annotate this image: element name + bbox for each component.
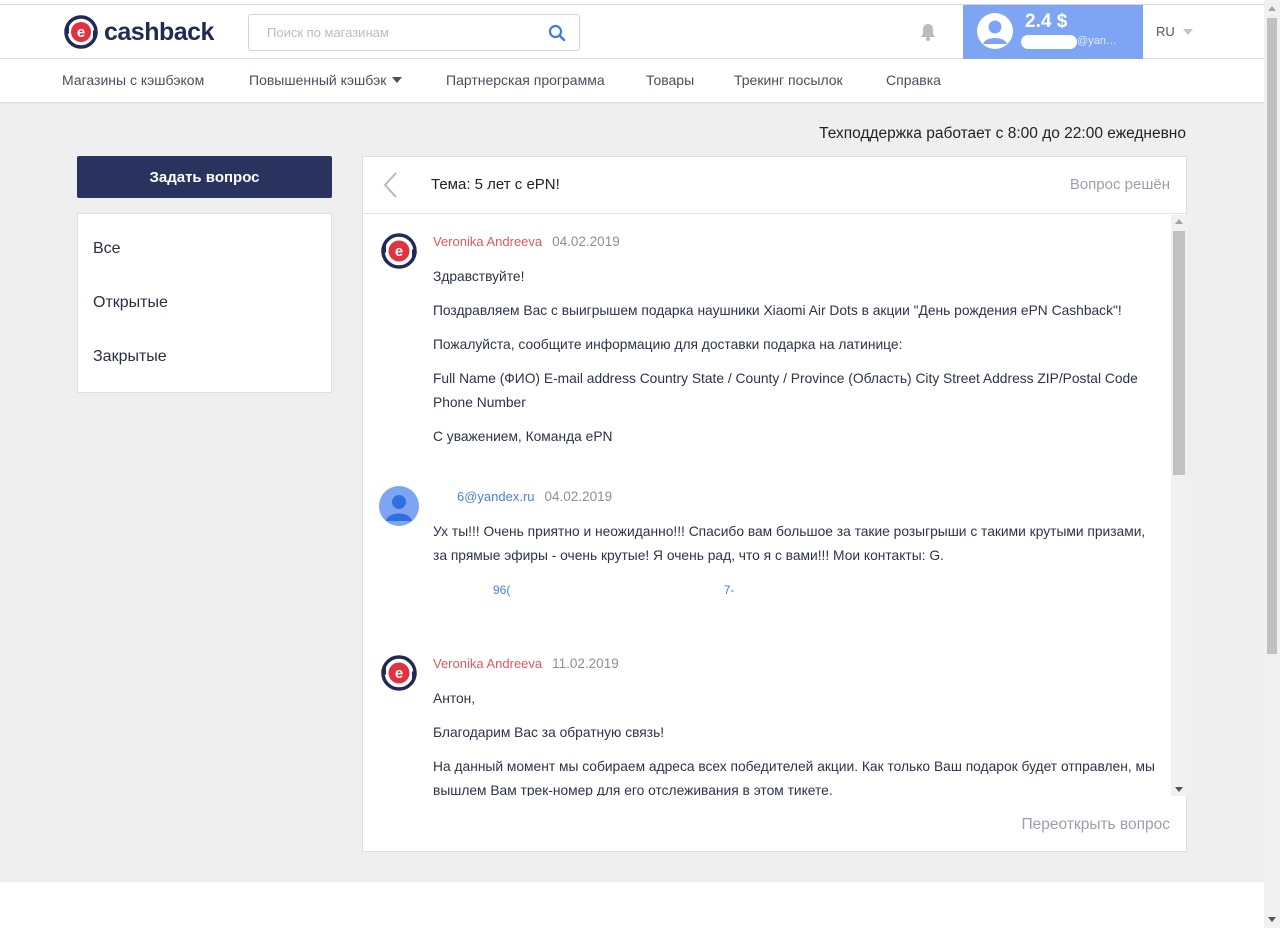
user-avatar-icon xyxy=(379,486,419,526)
scroll-down-arrow-icon[interactable] xyxy=(1175,787,1183,792)
caret-down-icon xyxy=(392,77,403,83)
nav-item-label: Трекинг посылок xyxy=(734,72,843,88)
message-author: 6@yandex.ru 04.02.2019 xyxy=(457,489,612,504)
nav-item-label: Повышенный кэшбэк xyxy=(249,72,387,88)
author-name: Veronika Andreeva xyxy=(433,656,543,671)
notifications-bell-icon[interactable] xyxy=(918,22,938,42)
message-paragraph: Пожалуйста, сообщите информацию для дост… xyxy=(433,337,903,352)
message-paragraph: Антон, xyxy=(433,691,476,706)
redacted-email-mask xyxy=(1021,35,1077,49)
message-paragraph: Здравствуйте! xyxy=(433,269,525,284)
site-header: e cashback 2.4 $ @yan… RU xyxy=(0,5,1264,59)
message-date: 04.02.2019 xyxy=(544,489,613,504)
nav-item-label: Партнерская программа xyxy=(446,72,605,88)
logo-icon: e xyxy=(64,15,98,49)
language-selector[interactable]: RU xyxy=(1156,24,1193,39)
search-icon[interactable] xyxy=(548,24,566,42)
filter-open[interactable]: Открытые xyxy=(93,294,168,312)
ask-question-button[interactable]: Задать вопрос xyxy=(77,156,332,198)
epn-logo-avatar-icon: e xyxy=(381,233,417,269)
message-paragraph-redacted: 96( 7- xyxy=(493,583,735,597)
nav-item-parcel-tracking[interactable]: Трекинг посылок xyxy=(734,72,843,88)
message-scrollbar[interactable] xyxy=(1171,215,1187,796)
nav-item-boosted-cashback[interactable]: Повышенный кэшбэк xyxy=(249,72,403,88)
nav-item-help[interactable]: Справка xyxy=(886,72,941,88)
nav-item-products[interactable]: Товары xyxy=(646,72,694,88)
user-email-text: @yan… xyxy=(1077,35,1117,47)
page-scroll-up-icon[interactable] xyxy=(1268,6,1276,11)
message-date: 04.02.2019 xyxy=(552,234,620,249)
message-body: Здравствуйте! Поздравляем Вас с выигрыше… xyxy=(433,265,1158,459)
user-avatar-icon xyxy=(983,20,1007,44)
message-thread: e Veronika Andreeva 04.02.2019 Здравствуй… xyxy=(363,215,1171,796)
message-date: 11.02.2019 xyxy=(552,656,619,671)
nav-item-partner-program[interactable]: Партнерская программа xyxy=(446,72,605,88)
main-nav: Магазины с кэшбэком Повышенный кэшбэк Па… xyxy=(0,59,1264,103)
back-arrow-icon[interactable] xyxy=(381,170,401,200)
message-paragraph: Full Name (ФИО) E-mail address Country S… xyxy=(433,371,1138,410)
language-label: RU xyxy=(1156,24,1175,39)
user-email: @yan… xyxy=(1021,35,1131,49)
page-scroll-down-icon[interactable] xyxy=(1268,917,1276,922)
message-author: Veronika Andreeva 04.02.2019 xyxy=(433,234,620,249)
svg-text:e: e xyxy=(395,665,403,682)
page-footer xyxy=(0,882,1264,928)
message-paragraph: На данный момент мы собираем адреса всех… xyxy=(433,759,1155,796)
message-body: Ух ты!!! Очень приятно и неожиданно!!! С… xyxy=(433,520,1158,612)
chevron-down-icon xyxy=(1182,28,1193,35)
message-paragraph: С уважением, Команда ePN xyxy=(433,429,613,444)
message-body: Антон, Благодарим Вас за обратную связь!… xyxy=(433,687,1158,796)
nav-item-label: Товары xyxy=(646,72,695,88)
nav-item-stores[interactable]: Магазины с кэшбэком xyxy=(62,72,204,88)
page-scrollbar[interactable] xyxy=(1264,0,1280,928)
search-input[interactable] xyxy=(267,15,547,50)
user-avatar xyxy=(977,13,1013,49)
ticket-filter-list: Все Открытые Закрытые xyxy=(77,213,332,393)
message-paragraph: Благодарим Вас за обратную связь! xyxy=(433,725,665,740)
nav-item-label: Справка xyxy=(886,72,941,88)
svg-text:e: e xyxy=(395,243,403,260)
scroll-up-arrow-icon[interactable] xyxy=(1175,219,1183,224)
author-name: Veronika Andreeva xyxy=(433,234,543,249)
message-paragraph: Ух ты!!! Очень приятно и неожиданно!!! С… xyxy=(433,524,1146,563)
ticket-panel: Тема: 5 лет с ePN! Вопрос решён e Veroni… xyxy=(362,156,1187,852)
filter-all[interactable]: Все xyxy=(93,240,121,258)
scroll-thumb[interactable] xyxy=(1173,231,1185,475)
author-name: 6@yandex.ru xyxy=(457,489,535,504)
logo[interactable]: e cashback xyxy=(62,14,214,50)
page-scroll-thumb[interactable] xyxy=(1267,18,1277,654)
reopen-question-button[interactable]: Переоткрыть вопрос xyxy=(1022,816,1170,834)
filter-closed[interactable]: Закрытые xyxy=(93,348,167,366)
logo-text: cashback xyxy=(104,17,214,46)
ticket-title: Тема: 5 лет с ePN! xyxy=(431,176,560,193)
svg-text:e: e xyxy=(77,24,85,41)
balance-value: 2.4 $ xyxy=(1025,11,1068,32)
epn-logo-avatar-icon: e xyxy=(381,655,417,691)
user-account-panel[interactable]: 2.4 $ @yan… xyxy=(963,5,1143,59)
search-box xyxy=(248,14,580,51)
support-hours-note: Техподдержка работает с 8:00 до 22:00 еж… xyxy=(819,125,1186,142)
ticket-header: Тема: 5 лет с ePN! Вопрос решён xyxy=(363,157,1186,214)
message-author: Veronika Andreeva 11.02.2019 xyxy=(433,656,619,671)
nav-item-label: Магазины с кэшбэком xyxy=(62,72,205,88)
message-paragraph: Поздравляем Вас с выигрышем подарка науш… xyxy=(433,303,1122,318)
ticket-status: Вопрос решён xyxy=(1069,176,1170,193)
